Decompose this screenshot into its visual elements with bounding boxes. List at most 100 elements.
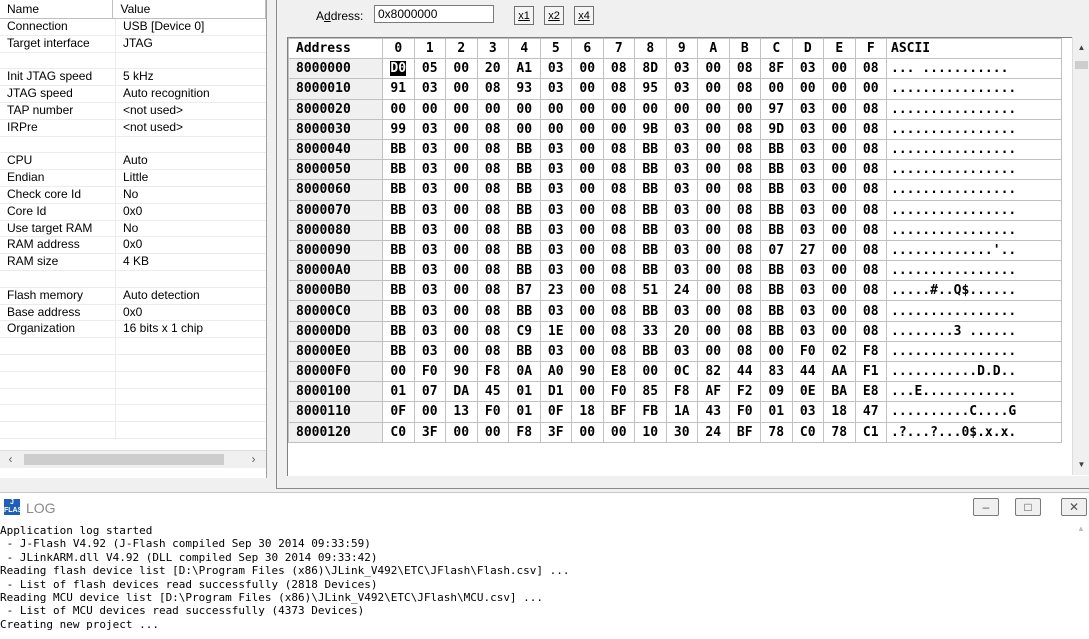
hex-byte-cell[interactable]: 00 [413,401,446,423]
hex-byte-cell[interactable]: 08 [728,179,761,201]
hex-byte-cell[interactable]: 0F [539,401,572,423]
hex-byte-cell[interactable]: 93 [508,78,541,100]
hex-byte-cell[interactable]: 08 [476,300,509,322]
hex-byte-cell[interactable]: BB [634,219,667,241]
hex-byte-cell[interactable]: 08 [854,199,887,221]
property-row[interactable]: RAM size 4 KB [0,254,266,271]
hex-byte-cell[interactable]: 20 [665,320,698,342]
hex-byte-cell[interactable]: 00 [697,260,730,282]
hex-byte-cell[interactable]: 01 [508,381,541,403]
property-row[interactable] [0,52,266,70]
hex-byte-cell[interactable]: 00 [602,118,635,140]
property-value[interactable] [116,389,263,405]
hex-byte-cell[interactable]: 0F [382,401,415,423]
hex-byte-cell[interactable]: 78 [823,421,856,443]
property-row[interactable]: Core Id 0x0 [0,203,266,221]
address-input[interactable] [374,5,494,23]
hex-byte-cell[interactable]: 03 [539,78,572,100]
hex-byte-cell[interactable]: 03 [665,260,698,282]
close-button[interactable]: ✕ [1061,498,1087,516]
hex-byte-cell[interactable]: 00 [760,340,793,363]
hex-byte-cell[interactable]: BB [508,179,541,201]
hex-byte-cell[interactable]: 00 [445,98,478,120]
hex-byte-cell[interactable]: BB [382,199,415,221]
hex-byte-cell[interactable]: 00 [445,159,478,181]
scroll-up-icon[interactable]: ▲ [1077,524,1085,536]
property-value[interactable]: Little [116,170,263,186]
hex-byte-cell[interactable]: 08 [854,98,887,120]
hex-byte-cell[interactable]: 03 [791,280,824,302]
hex-byte-cell[interactable]: 00 [571,199,604,221]
hex-byte-cell[interactable]: 08 [476,199,509,221]
hex-byte-cell[interactable]: BB [760,199,793,221]
property-value[interactable]: 0x0 [116,204,263,220]
hex-byte-cell[interactable]: 03 [539,260,572,282]
hex-byte-cell[interactable]: 18 [823,401,856,423]
hex-byte-cell[interactable]: 08 [602,159,635,181]
hex-byte-cell[interactable]: BB [760,219,793,241]
hex-byte-cell[interactable]: 03 [665,219,698,241]
hex-byte-cell[interactable]: 33 [634,320,667,342]
hex-byte-cell[interactable]: 03 [791,199,824,221]
ascii-cell[interactable]: ................ [886,159,1062,181]
hex-byte-cell[interactable]: BB [382,219,415,241]
hex-byte-cell[interactable]: BB [382,300,415,322]
hex-byte-cell[interactable]: 47 [854,401,887,423]
hex-byte-cell[interactable]: 08 [476,340,509,363]
hex-byte-cell[interactable]: 08 [602,300,635,322]
hex-byte-cell[interactable]: 00 [634,360,667,383]
hex-byte-cell[interactable]: 00 [539,98,572,120]
property-row[interactable] [0,136,266,154]
hex-byte-cell[interactable]: 03 [791,138,824,161]
hex-byte-cell[interactable]: F2 [728,381,761,403]
hex-byte-cell[interactable]: BB [760,260,793,282]
hex-byte-cell[interactable]: 00 [697,138,730,161]
hex-byte-cell[interactable]: 00 [571,58,604,80]
hex-byte-cell[interactable]: BB [760,320,793,342]
hex-byte-cell[interactable]: BB [760,138,793,161]
property-row[interactable] [0,388,266,406]
hex-byte-cell[interactable]: 03 [413,219,446,241]
scroll-thumb[interactable] [24,454,224,465]
hex-byte-cell[interactable]: 00 [823,78,856,100]
property-row[interactable]: Endian Little [0,170,266,187]
hex-byte-cell[interactable]: BB [382,340,415,363]
hex-byte-cell[interactable]: 03 [539,219,572,241]
property-row[interactable]: Use target RAM No [0,220,266,238]
hex-byte-cell[interactable]: 03 [665,58,698,80]
hex-byte-cell[interactable]: 08 [728,159,761,181]
property-value[interactable] [116,271,263,287]
hex-byte-cell[interactable]: 44 [728,360,761,383]
hex-byte-cell[interactable]: 00 [823,58,856,80]
hex-byte-cell[interactable]: 00 [728,98,761,120]
hex-byte-cell[interactable]: 08 [728,58,761,80]
hex-byte-cell[interactable]: 00 [571,280,604,302]
hex-byte-cell[interactable]: 00 [697,199,730,221]
hex-byte-cell[interactable]: 00 [571,320,604,342]
hex-byte-cell[interactable]: BB [634,159,667,181]
hex-byte-cell[interactable]: 00 [445,280,478,302]
hex-byte-cell[interactable]: F8 [476,360,509,383]
hex-byte-cell[interactable]: 00 [476,98,509,120]
hex-byte-cell[interactable]: 08 [602,320,635,342]
hex-byte-cell[interactable]: F0 [476,401,509,423]
hex-byte-cell[interactable]: BB [508,239,541,262]
hex-byte-cell[interactable]: BB [508,260,541,282]
hex-byte-cell[interactable]: 90 [571,360,604,383]
property-value[interactable]: USB [Device 0] [116,19,263,35]
hex-byte-cell[interactable]: BB [634,300,667,322]
property-value[interactable]: Auto detection [116,288,263,304]
hex-byte-cell[interactable]: 00 [823,159,856,181]
cursor-byte[interactable]: D0 [390,61,407,77]
hex-byte-cell[interactable]: 08 [476,260,509,282]
hex-byte-cell[interactable]: 08 [602,199,635,221]
hex-byte-cell[interactable]: 08 [476,179,509,201]
hex-byte-cell[interactable]: BB [634,199,667,221]
hex-byte-cell[interactable]: D1 [539,381,572,403]
hex-byte-cell[interactable]: BB [508,199,541,221]
hex-byte-cell[interactable]: BB [760,159,793,181]
hex-byte-cell[interactable]: 00 [823,199,856,221]
ascii-cell[interactable]: ................ [886,78,1062,100]
hex-byte-cell[interactable]: 00 [445,239,478,262]
property-value[interactable]: <not used> [116,120,263,136]
